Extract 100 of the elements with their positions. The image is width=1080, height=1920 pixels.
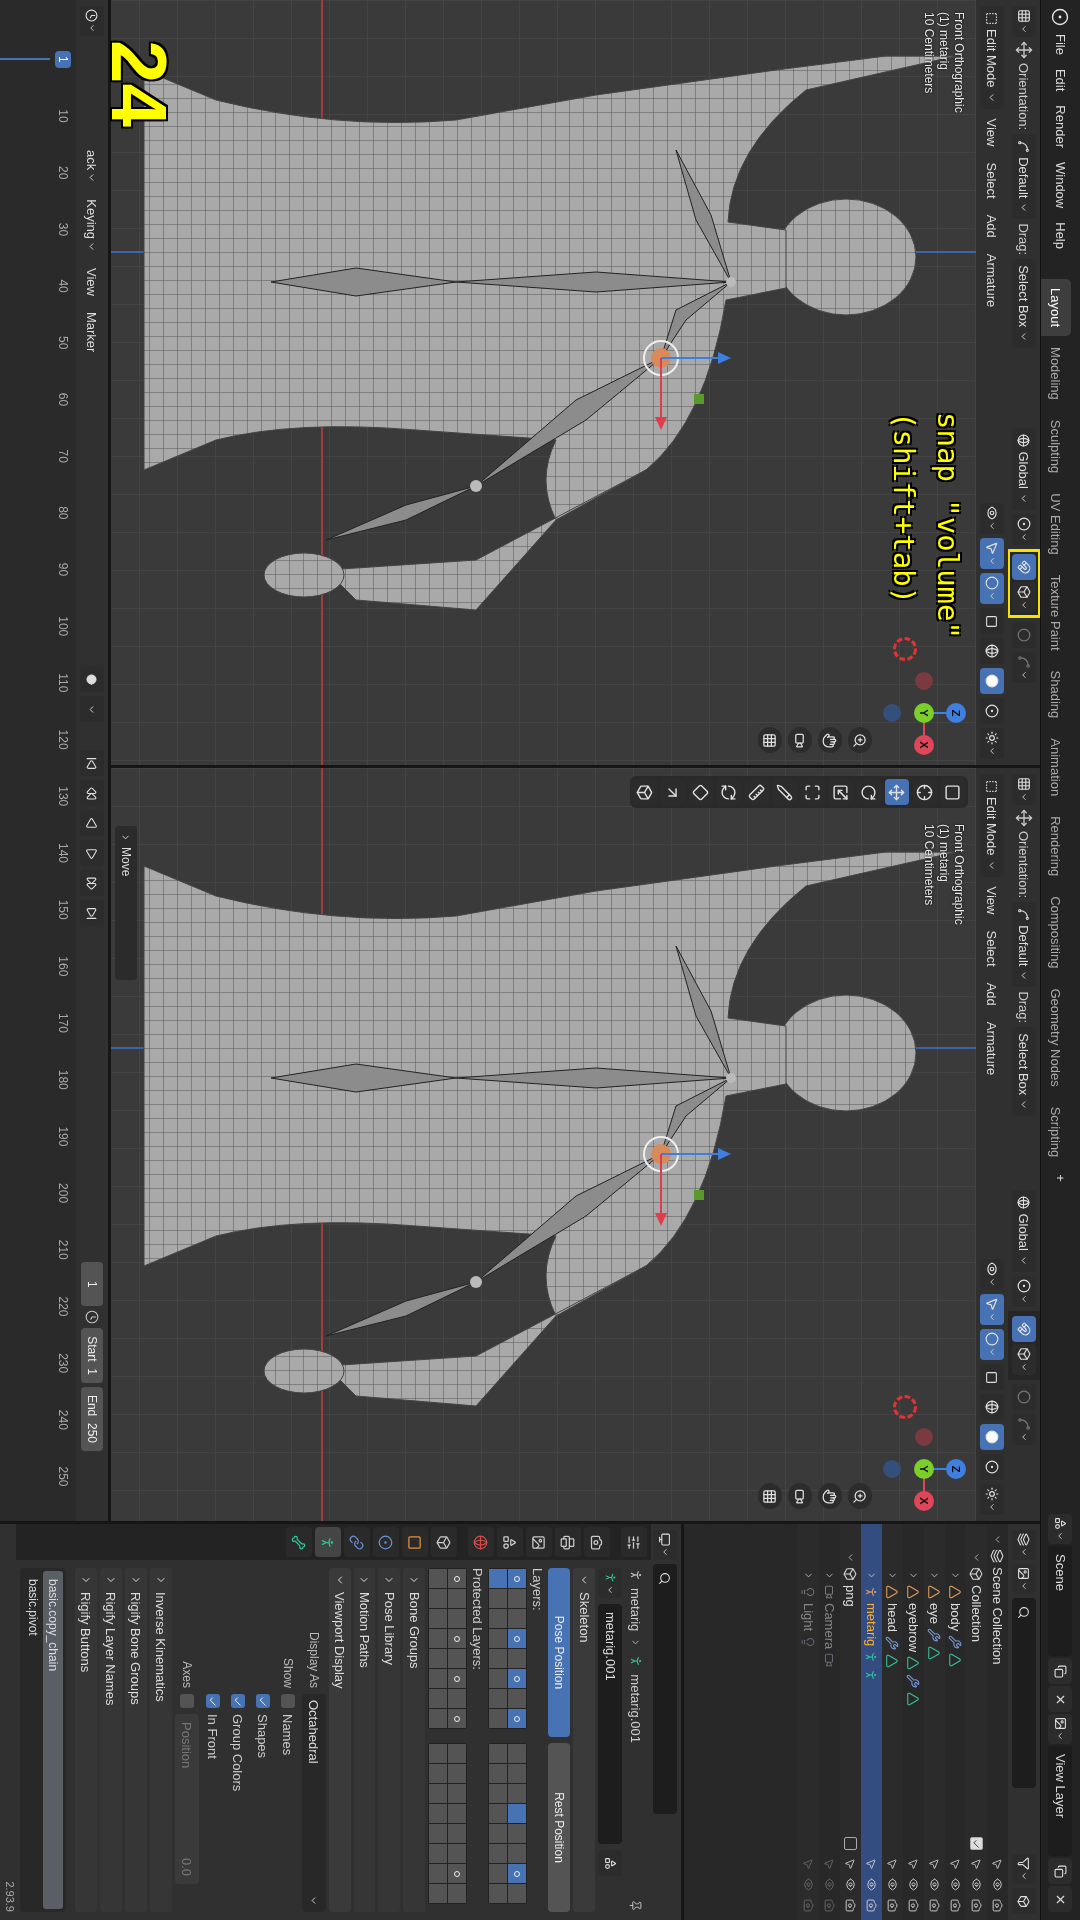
menu-item[interactable]: Keying [84,193,100,258]
checkbox-label: Shapes [255,1714,271,1759]
pose-mode-toggle[interactable]: Rest Position [548,1743,571,1912]
panel-header[interactable]: Pose Library [378,1568,401,1912]
orientation-dropdown[interactable]: Default [1012,902,1036,988]
current-frame-field[interactable]: 1 [81,1262,103,1307]
frame-number: 230 [55,1352,71,1376]
workspace-tab[interactable]: Geometry Nodes [1041,979,1071,1096]
frame-number: 250 [55,1465,71,1489]
frame-number: 10 [55,108,71,125]
menu-item[interactable]: Render [1053,99,1068,154]
start-frame-field[interactable]: Start 1 [81,1328,103,1383]
outliner-item-name: Camera [822,1603,837,1650]
outliner-item-name: Collection [969,1585,984,1643]
menu-item[interactable]: Armature [984,247,1000,314]
menu-item[interactable]: Armature [984,1015,1000,1082]
outliner-item-name: Scene Collection [990,1567,1005,1665]
end-frame-field[interactable]: End 250 [81,1386,103,1451]
scene-field[interactable]: Scene [1048,1546,1073,1656]
menu-item[interactable]: View [984,112,1000,153]
frame-number: 40 [55,278,71,295]
frame-number: 30 [55,221,71,239]
panel-header[interactable]: Viewport Display [328,1568,351,1912]
panel-header[interactable]: Rigify Buttons [74,1568,97,1912]
menu-item[interactable]: Select [984,924,1000,973]
menu-item[interactable]: Add [984,208,1000,244]
menu-item[interactable]: View [84,262,100,302]
mode-dropdown[interactable]: Edit Mode [980,6,1004,109]
frame-number: 80 [55,505,71,522]
menu-item[interactable]: Add [984,976,1000,1012]
viewport-info-text: (1) metarig [937,824,951,884]
outliner-item-name: body [948,1603,963,1632]
show-label: Show [280,1656,295,1688]
breadcrumb-item: metarig [628,1588,644,1632]
viewport-info-text: 10 Centimeters [922,12,936,96]
workspace-tab[interactable]: Scripting [1041,1097,1071,1167]
view-layer-field[interactable]: View Layer [1048,1746,1073,1856]
frame-number: 70 [55,448,71,465]
menu-item[interactable]: Marker [84,305,100,359]
drag-dropdown[interactable]: Select Box [1012,1027,1036,1117]
panel-header[interactable]: Bone Groups [403,1568,426,1912]
panel-header[interactable]: Rigify Layer Names [99,1568,122,1912]
frame-number: 190 [55,1125,71,1149]
transform-orientation-dropdown[interactable]: Global [1012,1190,1036,1272]
outliner-item-name: png [843,1585,858,1607]
drag-dropdown[interactable]: Select Box [1012,259,1036,349]
frame-number: 160 [55,955,71,979]
menu-item[interactable]: Edit [1053,62,1068,98]
outliner-item-name: eyebrow [906,1603,921,1653]
menu-item[interactable]: File [1053,28,1068,61]
mode-dropdown[interactable]: Edit Mode [980,774,1004,877]
rig-type-item[interactable]: basic.pivot [22,1571,43,1909]
datablock-name-field[interactable]: metarig.001 [598,1604,623,1844]
menu-item[interactable]: Window [1053,156,1068,215]
panel-header[interactable]: Skeleton [573,1568,596,1912]
viewport-info-text: 10 Centimeters [922,824,936,908]
frame-number: 180 [55,1068,71,1092]
frame-number: 130 [55,785,71,809]
frame-number: 100 [55,615,71,639]
panel-header[interactable]: Rigify Bone Groups [124,1568,147,1912]
y-axis-handle[interactable]: Y [914,703,934,723]
workspace-tab[interactable]: UV Editing [1041,484,1071,564]
viewport-info-text: Front Orthographic [952,12,966,113]
menu-item[interactable]: ack [84,144,100,190]
drag-label: Drag: [1016,991,1032,1024]
workspace-tab[interactable]: Texture Paint [1041,565,1071,660]
frame-number: 20 [55,165,71,182]
outliner-row[interactable]: metarig [861,1524,882,1920]
workspace-tab[interactable]: Compositing [1041,887,1071,978]
transform-orientation-dropdown[interactable]: Global [1012,428,1036,510]
outliner-item-name: eye [927,1603,942,1624]
pose-mode-toggle[interactable]: Pose Position [548,1568,571,1737]
layers-label: Layers: [530,1568,546,1613]
menu-item[interactable]: Select [984,156,1000,205]
rig-type-item[interactable]: basic.copy_chain [42,1571,63,1909]
annotation-text: (shift+tab) [886,412,922,607]
display-as-label: Display As [306,1630,321,1688]
workspace-tab[interactable]: Modeling [1041,338,1071,409]
outliner-item-name: head [885,1603,900,1632]
checkbox-label: In Front [205,1714,221,1759]
workspace-tab[interactable]: Animation [1041,729,1071,806]
panel-header[interactable]: Motion Paths [353,1568,376,1912]
add-workspace-button[interactable]: + [1053,1168,1068,1188]
display-as-dropdown[interactable]: Octahedral [301,1694,326,1912]
workspace-tab[interactable]: Rendering [1041,807,1071,886]
checkbox-label: Names [280,1714,296,1756]
workspace-tab[interactable]: Layout [1041,279,1071,337]
outliner-item-name: Light [801,1603,816,1632]
annotation-text: snap "volume" [930,412,966,639]
panel-header[interactable]: Inverse Kinematics [149,1568,172,1912]
menu-item[interactable]: View [984,880,1000,921]
orientation-dropdown[interactable]: Default [1012,134,1036,220]
y-axis-handle[interactable]: Y [914,1459,934,1479]
menu-item[interactable]: Help [1053,216,1068,255]
frame-number: 150 [55,898,71,922]
last-operator-panel[interactable]: Move [115,826,137,980]
orientation-label: Orientation: [1016,831,1032,899]
viewport-info-text: Front Orthographic [952,824,966,925]
workspace-tab[interactable]: Shading [1041,661,1071,728]
workspace-tab[interactable]: Sculpting [1041,410,1071,483]
